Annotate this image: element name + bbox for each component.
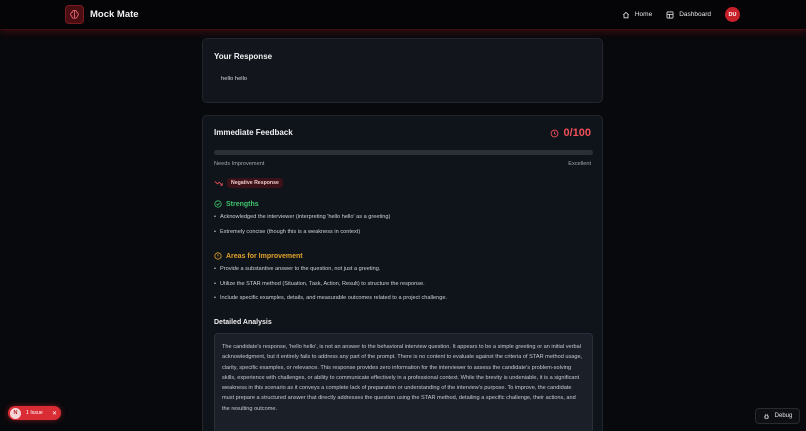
home-icon xyxy=(622,11,629,18)
app-name: Mock Mate xyxy=(90,9,139,20)
clock-icon xyxy=(551,129,559,137)
list-item: • Include specific examples, details, and… xyxy=(214,295,447,301)
score-value: 0/100 xyxy=(563,127,591,139)
top-navbar: Mock Mate Home Dashboard DU xyxy=(0,0,806,30)
dashboard-icon xyxy=(666,11,674,18)
improvement-text: Provide a substantive answer to the ques… xyxy=(220,266,381,272)
nav-dashboard-label: Dashboard xyxy=(679,11,711,18)
sentiment-indicator: Negative Response xyxy=(214,178,283,188)
your-response-card: Your Response hello hello xyxy=(202,38,603,103)
scale-high-label: Excellent xyxy=(568,161,591,167)
trend-down-icon xyxy=(214,180,223,186)
main-nav: Home Dashboard DU xyxy=(622,7,740,22)
analysis-title: Detailed Analysis xyxy=(214,319,272,326)
issues-indicator[interactable]: N 1 Issue ✕ xyxy=(8,406,61,420)
scale-low-label: Needs Improvement xyxy=(214,161,265,167)
brand[interactable]: Mock Mate xyxy=(65,5,139,24)
next-logo-icon: N xyxy=(10,407,21,419)
list-item: • Provide a substantive answer to the que… xyxy=(214,266,381,272)
strength-text: Extremely concise (though this is a weak… xyxy=(220,228,361,235)
score-progress-bar xyxy=(214,150,593,155)
list-item: • Extremely concise (though this is a wea… xyxy=(214,228,361,235)
feedback-title: Immediate Feedback xyxy=(214,128,293,137)
close-icon[interactable]: ✕ xyxy=(52,410,57,417)
check-circle-icon xyxy=(214,200,222,208)
score: 0/100 xyxy=(550,127,591,139)
debug-label: Debug xyxy=(774,413,793,419)
improvements-heading: Areas for Improvement xyxy=(214,252,303,260)
improvements-title: Areas for Improvement xyxy=(226,252,303,260)
strengths-heading: Strengths xyxy=(214,200,259,208)
response-title: Your Response xyxy=(214,52,273,61)
issues-count: 1 Issue xyxy=(26,410,43,416)
alert-circle-icon xyxy=(214,252,222,260)
strengths-list: • Acknowledged the interviewer (interpret… xyxy=(214,214,390,243)
nav-home-label: Home xyxy=(634,11,653,18)
list-item: • Acknowledged the interviewer (interpret… xyxy=(214,214,391,220)
nav-dashboard-link[interactable]: Dashboard xyxy=(666,11,711,19)
response-text: hello hello xyxy=(221,76,248,82)
strength-text: Acknowledged the interviewer (interpreti… xyxy=(220,214,391,220)
debug-button[interactable]: Debug xyxy=(755,408,800,424)
analysis-text: The candidate's response, 'hello hello',… xyxy=(214,333,593,431)
list-item: • Utilize the STAR method (Situation, Tas… xyxy=(214,280,425,287)
feedback-card: Immediate Feedback 0/100 Needs Improveme… xyxy=(202,115,603,431)
improvement-text: Include specific examples, details, and … xyxy=(220,295,447,301)
strengths-title: Strengths xyxy=(226,200,259,208)
bug-icon xyxy=(763,413,769,419)
improvements-list: • Provide a substantive answer to the que… xyxy=(214,266,447,310)
sentiment-badge: Negative Response xyxy=(227,178,283,188)
user-avatar[interactable]: DU xyxy=(725,7,740,22)
nav-home-link[interactable]: Home xyxy=(622,11,652,19)
improvement-text: Utilize the STAR method (Situation, Task… xyxy=(220,280,425,287)
brain-logo-icon xyxy=(65,5,84,24)
